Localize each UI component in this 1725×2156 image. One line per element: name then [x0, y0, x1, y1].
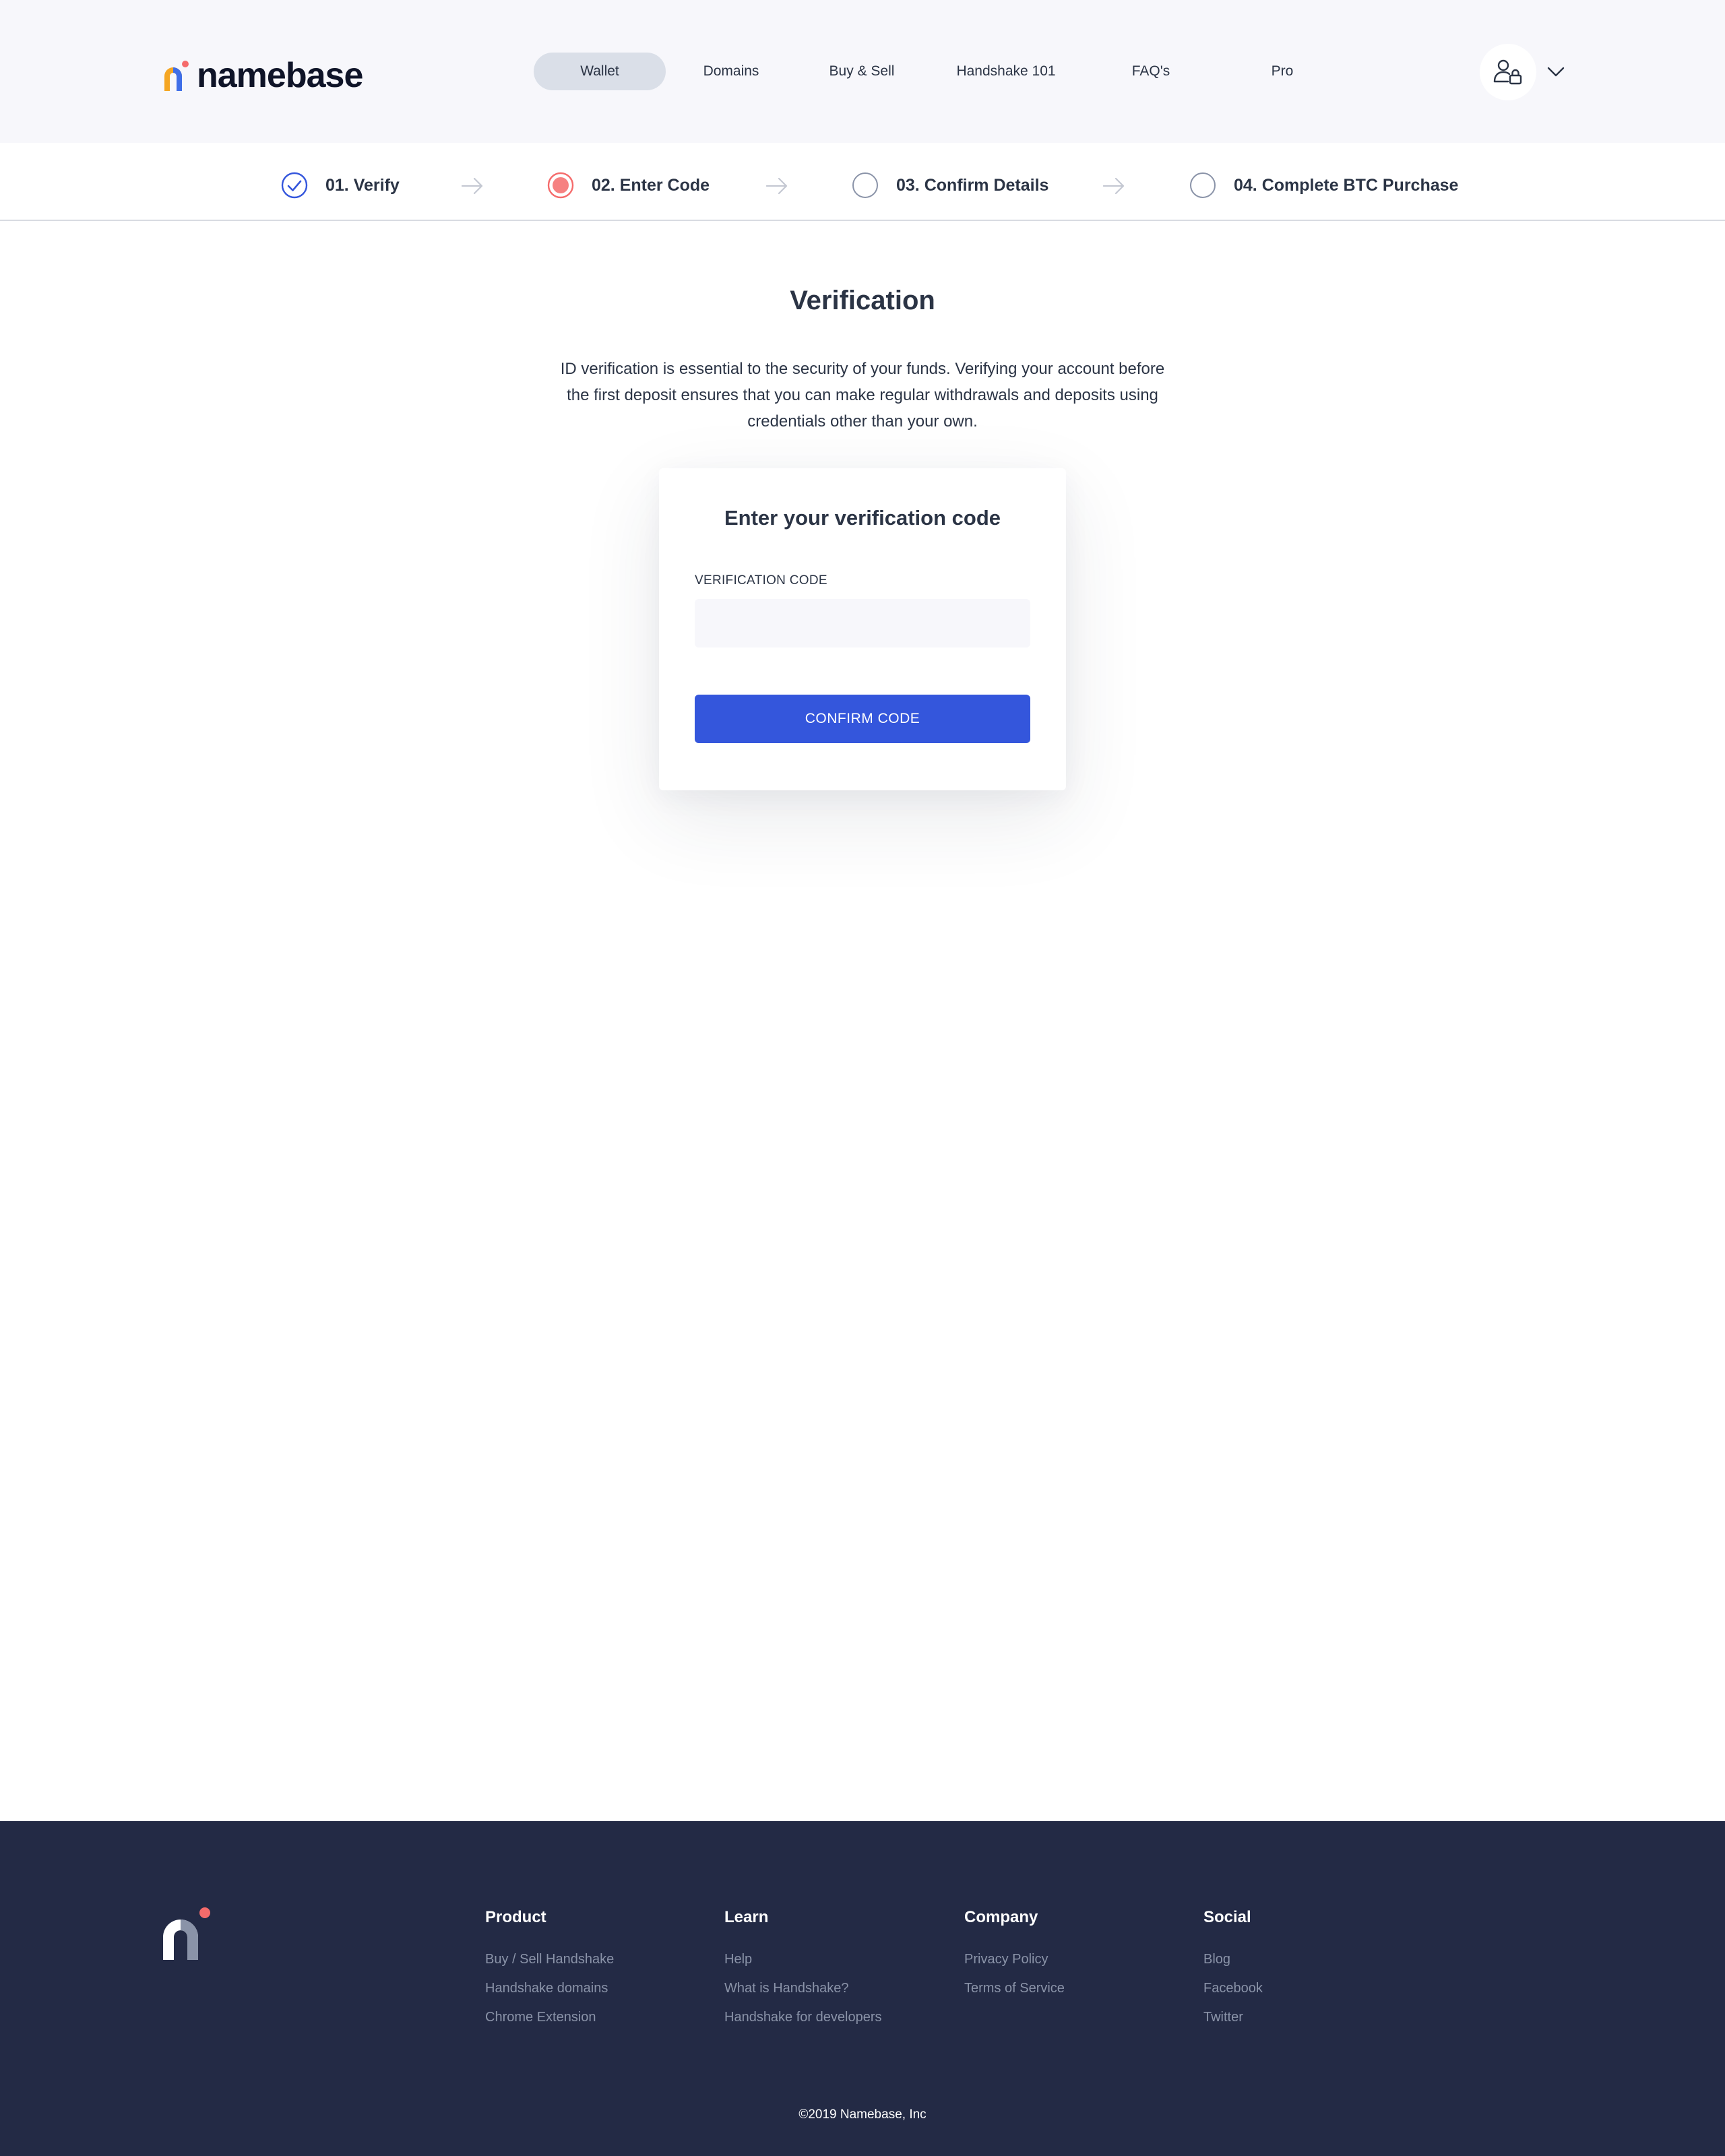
- step-enter-code: 02. Enter Code: [547, 172, 710, 199]
- nav-wallet[interactable]: Wallet: [534, 53, 666, 90]
- footer-link-twitter[interactable]: Twitter: [1203, 2003, 1419, 2032]
- footer-link-handshake-for-developers[interactable]: Handshake for developers: [724, 2003, 940, 2032]
- progress-stepper: 01. Verify 02. Enter Code 03. Confirm De…: [0, 143, 1725, 221]
- copyright: ©2019 Namebase, Inc: [798, 2107, 927, 2122]
- footer-column-title: Product: [485, 1908, 546, 1926]
- arrow-right-icon: [1102, 177, 1125, 195]
- step-label: 02. Enter Code: [592, 175, 710, 195]
- namebase-logo-mark-icon: [164, 61, 189, 91]
- step-label: 03. Confirm Details: [896, 175, 1049, 195]
- nav-pro[interactable]: Pro: [1216, 53, 1348, 90]
- step-complete-btc-purchase: 04. Complete BTC Purchase: [1189, 172, 1458, 199]
- top-header: namebase Wallet Domains Buy & Sell Hands…: [0, 0, 1725, 143]
- footer-column-title: Social: [1203, 1908, 1251, 1926]
- namebase-n-logo-icon[interactable]: [162, 1906, 213, 1960]
- footer-link-what-is-handshake[interactable]: What is Handshake?: [724, 1974, 940, 2003]
- arrow-right-icon: [461, 177, 483, 195]
- footer-link-buy-sell-handshake[interactable]: Buy / Sell Handshake: [485, 1945, 701, 1974]
- footer-column-product: Product Buy / Sell Handshake Handshake d…: [485, 1907, 701, 2032]
- page-title: Verification: [790, 286, 935, 315]
- footer-column-title: Learn: [724, 1908, 769, 1926]
- footer-link-privacy-policy[interactable]: Privacy Policy: [964, 1945, 1180, 1974]
- site-footer: Product Buy / Sell Handshake Handshake d…: [0, 1821, 1725, 2156]
- account-button[interactable]: [1480, 44, 1536, 100]
- empty-circle-icon: [1190, 172, 1216, 198]
- user-lock-icon: [1493, 59, 1522, 85]
- namebase-logo[interactable]: namebase: [163, 57, 363, 94]
- verification-code-card: Enter your verification code VERIFICATIO…: [659, 468, 1066, 790]
- step-label: 01. Verify: [325, 175, 400, 195]
- verification-code-label: VERIFICATION CODE: [695, 573, 827, 588]
- footer-link-help[interactable]: Help: [724, 1945, 940, 1974]
- current-step-dot-icon: [547, 172, 574, 199]
- nav-faqs[interactable]: FAQ's: [1085, 53, 1217, 90]
- empty-circle-icon: [852, 172, 878, 198]
- check-circle-icon: [281, 172, 308, 199]
- nav-buy-sell[interactable]: Buy & Sell: [796, 53, 928, 90]
- footer-column-title: Company: [964, 1908, 1038, 1926]
- nav-domains[interactable]: Domains: [665, 53, 797, 90]
- nav-handshake-101[interactable]: Handshake 101: [940, 53, 1072, 90]
- chevron-down-icon[interactable]: [1547, 66, 1565, 78]
- footer-column-company: Company Privacy Policy Terms of Service: [964, 1907, 1180, 2003]
- footer-link-blog[interactable]: Blog: [1203, 1945, 1419, 1974]
- confirm-code-button[interactable]: CONFIRM CODE: [695, 695, 1030, 743]
- logo-wordmark: namebase: [197, 56, 363, 95]
- step-label: 04. Complete BTC Purchase: [1234, 175, 1459, 195]
- footer-link-handshake-domains[interactable]: Handshake domains: [485, 1974, 701, 2003]
- footer-link-facebook[interactable]: Facebook: [1203, 1974, 1419, 2003]
- arrow-right-icon: [765, 177, 788, 195]
- footer-link-chrome-extension[interactable]: Chrome Extension: [485, 2003, 701, 2032]
- verification-code-input[interactable]: [695, 599, 1030, 647]
- step-confirm-details: 03. Confirm Details: [852, 172, 1048, 199]
- footer-column-social: Social Blog Facebook Twitter: [1203, 1907, 1419, 2032]
- verification-description: ID verification is essential to the secu…: [560, 360, 1165, 431]
- card-title: Enter your verification code: [724, 506, 1001, 530]
- footer-column-learn: Learn Help What is Handshake? Handshake …: [724, 1907, 940, 2032]
- footer-link-terms-of-service[interactable]: Terms of Service: [964, 1974, 1180, 2003]
- step-verify: 01. Verify: [281, 172, 400, 199]
